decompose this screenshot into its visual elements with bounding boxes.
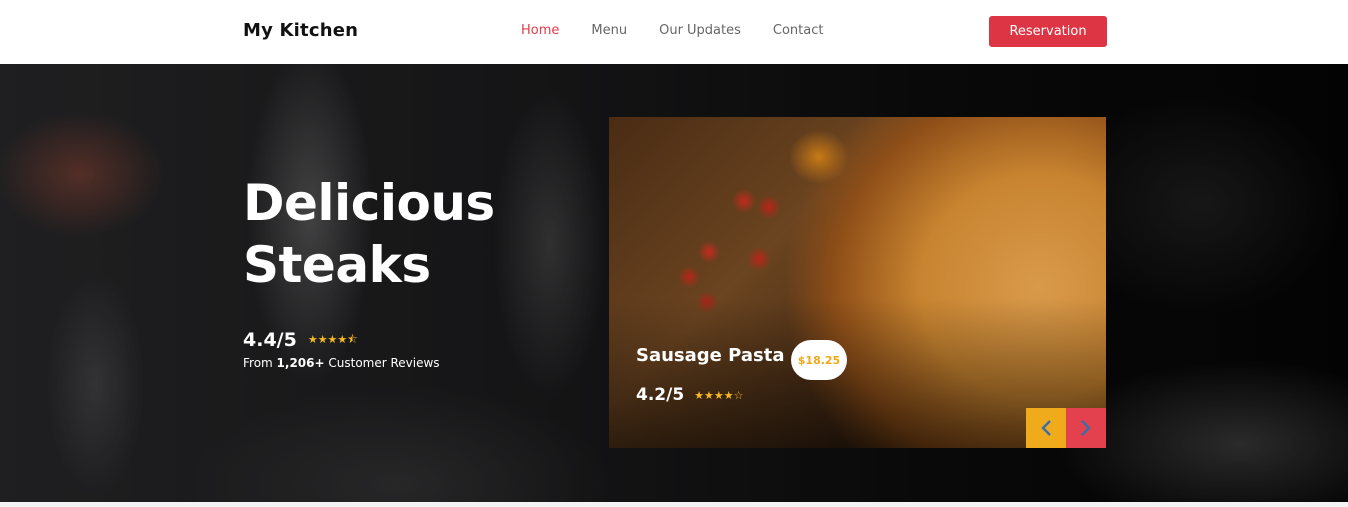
nav-link-home[interactable]: Home [521, 23, 559, 38]
reservation-button[interactable]: Reservation [989, 16, 1107, 47]
nav-links: Home Menu Our Updates Contact [521, 23, 855, 38]
reviews-suffix: Customer Reviews [324, 356, 440, 370]
reviews-count: 1,206+ [276, 356, 325, 370]
navbar: My Kitchen Home Menu Our Updates Contact… [0, 0, 1348, 64]
hero-rating-value: 4.4/5 [243, 329, 297, 351]
reviews-prefix: From [243, 356, 277, 370]
featured-dish-card[interactable]: Sausage Pasta $18.25 4.2/5 ★★★★☆ [609, 117, 1106, 448]
price-badge: $18.25 [791, 340, 847, 380]
section-divider [0, 502, 1348, 507]
star-rating-icon: ★★★★⯪ [307, 333, 358, 346]
dish-rating: 4.2/5 ★★★★☆ [636, 385, 743, 405]
dish-name: Sausage Pasta [636, 345, 785, 366]
hero-rating: 4.4/5 ★★★★⯪ [243, 329, 358, 351]
chevron-right-icon [1081, 420, 1091, 436]
star-rating-icon: ★★★★☆ [694, 389, 744, 402]
carousel-next-button[interactable] [1066, 408, 1106, 448]
carousel-prev-button[interactable] [1026, 408, 1066, 448]
dish-rating-value: 4.2/5 [636, 385, 685, 405]
chevron-left-icon [1041, 420, 1051, 436]
nav-link-our-updates[interactable]: Our Updates [659, 23, 741, 38]
hero-reviews: From 1,206+ Customer Reviews [243, 356, 440, 370]
nav-link-menu[interactable]: Menu [591, 23, 627, 38]
hero-section: Delicious Steaks 4.4/5 ★★★★⯪ From 1,206+… [0, 64, 1348, 502]
nav-link-contact[interactable]: Contact [773, 23, 824, 38]
hero-title: Delicious Steaks [243, 174, 495, 294]
brand-logo[interactable]: My Kitchen [243, 20, 358, 41]
